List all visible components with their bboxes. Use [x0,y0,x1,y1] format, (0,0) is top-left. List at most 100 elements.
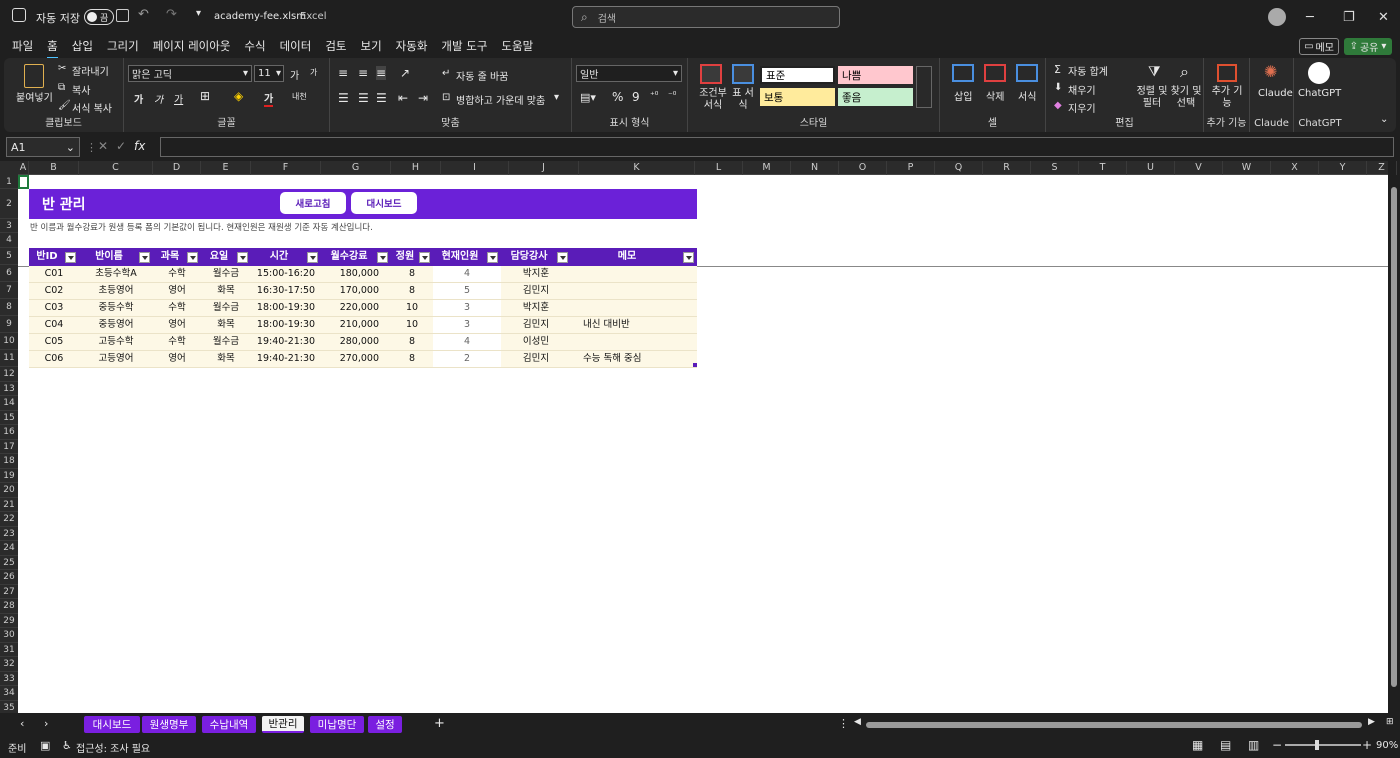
table-cell[interactable]: 8 [391,283,433,299]
page-layout-view-icon[interactable]: ▤ [1220,738,1231,752]
sheet-tab[interactable]: 수납내역 [202,716,256,733]
table-cell[interactable]: 18:00-19:30 [251,317,321,333]
table-cell[interactable]: 10 [391,317,433,333]
row-header[interactable]: 19 [0,469,18,483]
sheet-tab[interactable]: 대시보드 [84,716,140,733]
table-cell[interactable]: 영어 [153,283,201,299]
save-icon[interactable] [116,9,129,22]
row-header[interactable]: 17 [0,440,18,454]
table-cell[interactable]: 초등영어 [79,283,153,299]
zoom-level[interactable]: 90% [1376,740,1398,751]
prev-sheet-icon[interactable]: ‹ [20,717,24,730]
autosum-button[interactable]: 자동 합계 [1068,63,1108,78]
tab-page-layout[interactable]: 페이지 레이아웃 [153,38,231,54]
normal-view-icon[interactable]: ▦ [1192,738,1203,752]
table-row[interactable]: C01 초등수학A 수학 월수금 15:00-16:20 180,000 8 4 박지훈 [29,266,697,283]
align-middle-icon[interactable]: ≡ [358,66,368,80]
table-cell[interactable]: 화목 [201,351,251,367]
style-neutral[interactable]: 보통 [760,88,835,106]
table-cell[interactable]: 고등수학 [79,334,153,350]
table-cell[interactable]: 박지훈 [501,300,571,316]
accounting-icon[interactable]: ▤▾ [580,91,596,104]
table-cell[interactable]: 수능 독해 중심 [571,351,697,367]
align-right-icon[interactable]: ☰ [376,91,387,105]
row-header[interactable]: 5 [0,248,18,265]
tab-file[interactable]: 파일 [12,38,33,54]
table-row[interactable]: C03 중등수학 수학 월수금 18:00-19:30 220,000 10 3 박지훈 [29,300,697,317]
percent-button[interactable]: % [612,90,623,104]
table-cell[interactable]: 5 [433,283,501,299]
filter-dropdown-icon[interactable] [139,252,150,263]
row-header[interactable]: 12 [0,367,18,382]
borders-icon[interactable]: ⊞ [200,89,210,103]
format-table-button[interactable]: 표 서식 [728,88,758,112]
sheet-tab[interactable]: 반관리 [262,716,304,733]
row-header[interactable]: 22 [0,512,18,527]
insert-cells-button[interactable]: 삽입 [954,88,972,103]
column-header[interactable]: Z [1367,161,1397,175]
table-cell[interactable]: 중등영어 [79,317,153,333]
table-cell[interactable]: 180,000 [321,266,379,282]
table-cell[interactable] [571,334,697,350]
table-cell[interactable]: 내신 대비반 [571,317,697,333]
select-all-corner[interactable] [0,161,18,175]
table-cell[interactable]: 초등수학A [79,266,153,282]
cut-button[interactable]: 잘라내기 [72,63,109,78]
table-cell[interactable]: 15:00-16:20 [251,266,321,282]
minimize-icon[interactable]: ─ [1306,10,1314,25]
column-header[interactable]: B [29,161,79,175]
table-cell[interactable]: 10 [391,300,433,316]
vertical-scrollbar[interactable] [1388,175,1400,713]
conditional-format-button[interactable]: 조건부 서식 [696,88,730,112]
table-cell[interactable]: 김민지 [501,283,571,299]
style-normal[interactable]: 표준 [760,66,835,84]
zoom-slider[interactable] [1285,740,1361,750]
page-break-view-icon[interactable]: ▥ [1248,738,1259,752]
row-header[interactable]: 9 [0,316,18,333]
name-box[interactable]: A1 ⌄ [6,137,80,157]
column-header[interactable]: E [201,161,251,175]
table-cell[interactable]: 170,000 [321,283,379,299]
table-cell[interactable]: C06 [29,351,79,367]
column-header[interactable]: N [791,161,839,175]
delete-cells-button[interactable]: 삭제 [986,88,1004,103]
macro-record-icon[interactable]: ▣ [40,739,50,752]
sheet-tab[interactable]: 설정 [368,716,402,733]
increase-indent-icon[interactable]: ⇥ [418,91,428,105]
decrease-decimal-icon[interactable]: ⁻⁰ [668,91,676,101]
refresh-button[interactable]: 새로고침 [280,192,346,214]
table-cell[interactable]: 영어 [153,317,201,333]
row-header[interactable]: 21 [0,498,18,512]
table-cell[interactable]: 영어 [153,351,201,367]
table-cell[interactable]: 3 [433,317,501,333]
row-header[interactable]: 24 [0,541,18,556]
table-cell[interactable]: 8 [391,266,433,282]
scroll-left-icon[interactable]: ◀ [854,717,861,727]
filter-dropdown-icon[interactable] [557,252,568,263]
table-row[interactable]: C05 고등수학 수학 월수금 19:40-21:30 280,000 8 4 이성민 [29,334,697,351]
align-left-icon[interactable]: ☰ [338,91,349,105]
table-cell[interactable]: C03 [29,300,79,316]
row-header[interactable]: 11 [0,350,18,367]
scroll-right-icon[interactable]: ▶ [1368,717,1375,727]
column-header[interactable]: K [579,161,695,175]
column-header[interactable]: Y [1319,161,1367,175]
tab-home[interactable]: 홈 [47,38,58,59]
table-cell[interactable]: 4 [433,266,501,282]
tab-formulas[interactable]: 수식 [244,38,265,54]
tab-split-icon[interactable]: ⋮ [838,717,849,730]
styles-more-icon[interactable] [916,66,932,108]
column-header[interactable]: P [887,161,935,175]
row-header[interactable]: 15 [0,411,18,425]
row-header[interactable]: 32 [0,657,18,672]
format-painter-button[interactable]: 서식 복사 [72,100,112,115]
row-header[interactable]: 30 [0,628,18,643]
tab-review[interactable]: 검토 [325,38,346,54]
sort-filter-button[interactable]: 정렬 및 필터 [1136,86,1168,110]
tab-automate[interactable]: 자동화 [396,38,428,54]
enter-formula-icon[interactable]: ✓ [116,139,126,153]
copy-button[interactable]: 복사 [72,82,90,97]
comma-button[interactable]: 9 [632,90,640,104]
table-cell[interactable]: 월수금 [201,334,251,350]
chatgpt-button[interactable]: ChatGPT [1298,88,1341,99]
